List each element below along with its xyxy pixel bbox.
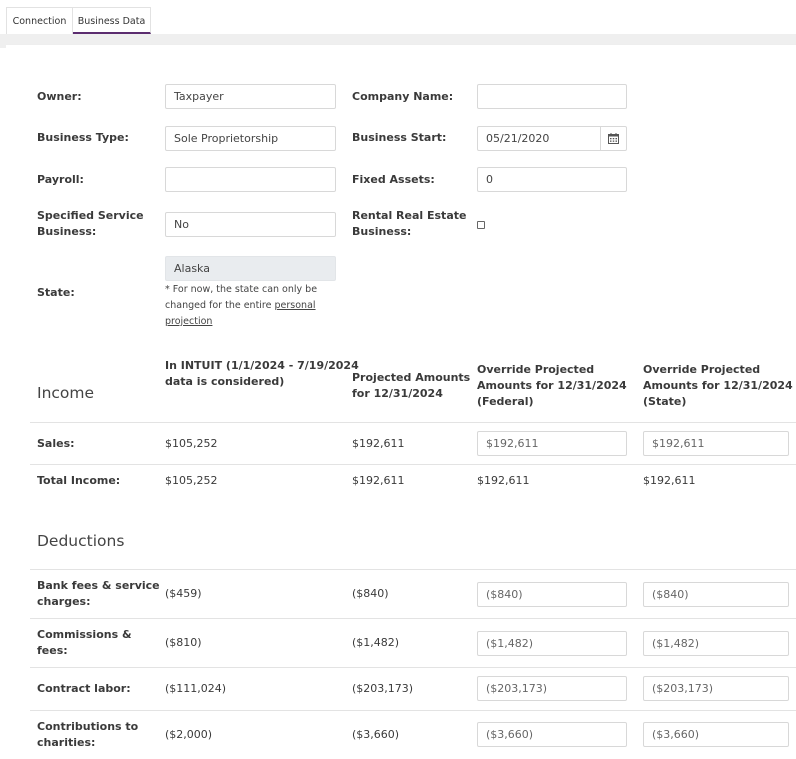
deduction-label: fees:: [37, 644, 68, 657]
calendar-icon: [608, 133, 619, 144]
col-state-line2: Amounts for 12/31/2024: [643, 379, 793, 392]
ssb-label-line2: Business:: [37, 225, 97, 238]
divider: [30, 464, 796, 465]
ssb-label-line1: Specified Service: [37, 209, 144, 222]
col-projected-line2: for 12/31/2024: [352, 387, 443, 400]
owner-field[interactable]: Taxpayer: [165, 84, 336, 109]
payroll-field[interactable]: [165, 167, 336, 192]
total-income-intuit: $105,252: [165, 474, 218, 487]
deduction-projected: ($840): [352, 587, 389, 600]
col-intuit-line1: In INTUIT (1/1/2024 - 7/19/2024: [165, 359, 359, 372]
calendar-button[interactable]: [600, 126, 627, 151]
rental-real-estate-checkbox[interactable]: [477, 221, 485, 229]
divider: [30, 569, 796, 570]
personal-projection-link[interactable]: personal: [275, 300, 316, 311]
total-income-label: Total Income:: [37, 474, 121, 487]
payroll-label: Payroll:: [37, 173, 84, 186]
divider: [30, 618, 796, 619]
deduction-label: Contract labor:: [37, 682, 131, 695]
deduction-federal-override[interactable]: ($840): [477, 582, 627, 607]
deductions-heading: Deductions: [37, 532, 125, 550]
state-label: State:: [37, 286, 75, 299]
company-name-label: Company Name:: [352, 90, 454, 103]
deduction-label: charities:: [37, 736, 96, 749]
rre-label-line1: Rental Real Estate: [352, 209, 467, 222]
col-intuit-line2: data is considered): [165, 375, 285, 388]
state-field: Alaska: [165, 256, 336, 281]
business-type-select[interactable]: Sole Proprietorship: [165, 126, 336, 151]
col-federal-line3: (Federal): [477, 395, 534, 408]
deduction-state-override[interactable]: ($840): [643, 582, 789, 607]
business-type-label: Business Type:: [37, 131, 129, 144]
fixed-assets-label: Fixed Assets:: [352, 173, 435, 186]
specified-service-select[interactable]: No: [165, 212, 336, 237]
tab-connection[interactable]: Connection: [6, 7, 73, 34]
company-name-field[interactable]: [477, 84, 627, 109]
col-projected-line1: Projected Amounts: [352, 371, 471, 384]
deduction-label: Commissions &: [37, 628, 132, 641]
sales-label: Sales:: [37, 437, 75, 450]
deduction-federal-override[interactable]: ($203,173): [477, 676, 627, 701]
deduction-intuit: ($810): [165, 636, 202, 649]
total-income-federal: $192,611: [477, 474, 530, 487]
deduction-intuit: ($111,024): [165, 682, 227, 695]
deduction-projected: ($3,660): [352, 728, 400, 741]
divider: [30, 667, 796, 668]
deduction-federal-override[interactable]: ($3,660): [477, 722, 627, 747]
rre-label-line2: Business:: [352, 225, 412, 238]
owner-label: Owner:: [37, 90, 82, 103]
deduction-federal-override[interactable]: ($1,482): [477, 631, 627, 656]
total-income-projected: $192,611: [352, 474, 405, 487]
deduction-state-override[interactable]: ($3,660): [643, 722, 789, 747]
fixed-assets-field[interactable]: 0: [477, 167, 627, 192]
deduction-intuit: ($2,000): [165, 728, 213, 741]
col-federal-line1: Override Projected: [477, 363, 595, 376]
sales-federal-override[interactable]: $192,611: [477, 431, 627, 456]
business-start-label: Business Start:: [352, 131, 447, 144]
divider: [30, 422, 796, 423]
deduction-projected: ($1,482): [352, 636, 400, 649]
deduction-state-override[interactable]: ($203,173): [643, 676, 789, 701]
personal-projection-link-cont[interactable]: projection: [165, 316, 212, 327]
tab-business-data[interactable]: Business Data: [73, 7, 151, 34]
sales-intuit: $105,252: [165, 437, 218, 450]
deduction-intuit: ($459): [165, 587, 202, 600]
col-state-line1: Override Projected: [643, 363, 761, 376]
col-federal-line2: Amounts for 12/31/2024: [477, 379, 627, 392]
total-income-state: $192,611: [643, 474, 696, 487]
deduction-label: Bank fees & service: [37, 579, 160, 592]
state-note-line2: changed for the entire personal: [165, 298, 316, 314]
state-note-line1: * For now, the state can only be: [165, 284, 318, 295]
sales-projected: $192,611: [352, 437, 405, 450]
state-note-line3: projection: [165, 314, 212, 330]
deduction-label: charges:: [37, 595, 91, 608]
income-heading: Income: [37, 384, 95, 402]
deduction-projected: ($203,173): [352, 682, 414, 695]
business-start-field[interactable]: 05/21/2020: [477, 126, 601, 151]
state-note-text: changed for the entire: [165, 300, 272, 311]
divider: [30, 710, 796, 711]
deduction-state-override[interactable]: ($1,482): [643, 631, 789, 656]
col-state-line3: (State): [643, 395, 687, 408]
deduction-label: Contributions to: [37, 720, 139, 733]
sales-state-override[interactable]: $192,611: [643, 431, 789, 456]
